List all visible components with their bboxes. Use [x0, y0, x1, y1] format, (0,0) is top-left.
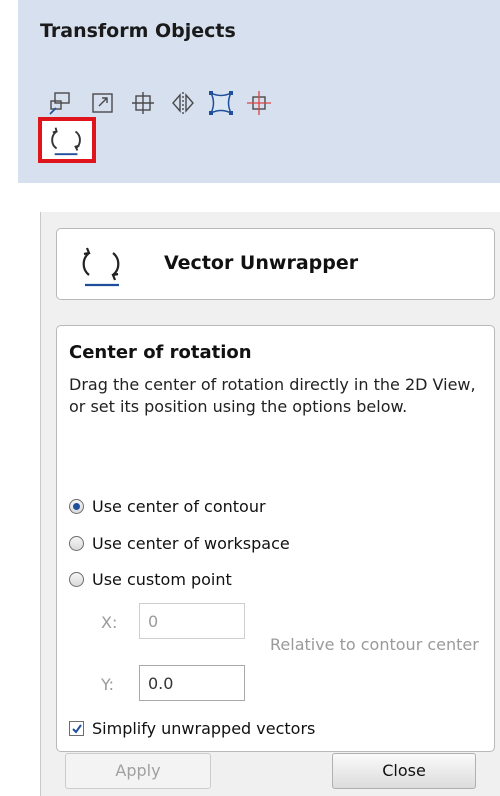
vector-unwrapper-button-selected[interactable]: [38, 117, 96, 163]
apply-button[interactable]: Apply: [65, 753, 211, 789]
dialog-title: Vector Unwrapper: [164, 252, 359, 274]
x-field[interactable]: 0: [139, 603, 245, 639]
option-label: Use center of workspace: [92, 534, 290, 553]
checkbox-label: Simplify unwrapped vectors: [92, 719, 316, 738]
dialog-header: Vector Unwrapper: [56, 228, 495, 300]
move-icon[interactable]: [46, 88, 76, 118]
relative-note: Relative to contour center: [270, 635, 479, 654]
option-use-center-of-workspace[interactable]: Use center of workspace: [69, 534, 290, 553]
radio-unselected[interactable]: [69, 572, 84, 587]
radio-selected[interactable]: [69, 499, 84, 514]
close-button[interactable]: Close: [332, 753, 476, 789]
vector-unwrapper-icon: [51, 127, 81, 156]
radio-unselected[interactable]: [69, 536, 84, 551]
toolbar-title: Transform Objects: [40, 20, 236, 42]
option-label: Use center of contour: [92, 497, 266, 516]
transform-objects-toolbar: Transform Objects: [18, 0, 500, 183]
option-label: Use custom point: [92, 570, 232, 589]
x-label: X:: [101, 613, 118, 632]
option-use-center-of-contour[interactable]: Use center of contour: [69, 497, 266, 516]
mirror-icon[interactable]: [168, 88, 198, 118]
section-title: Center of rotation: [69, 342, 252, 363]
y-label: Y:: [101, 675, 115, 694]
section-description: Drag the center of rotation directly in …: [69, 375, 476, 416]
distort-icon[interactable]: [206, 88, 236, 118]
align-icon[interactable]: [244, 88, 274, 118]
option-use-custom-point[interactable]: Use custom point: [69, 570, 232, 589]
checkbox-checked[interactable]: [69, 721, 84, 736]
scale-icon[interactable]: [88, 88, 118, 118]
y-field[interactable]: 0.0: [139, 665, 245, 701]
center-of-rotation-panel: Center of rotation Drag the center of ro…: [56, 325, 495, 752]
vector-unwrapper-dialog: Vector Unwrapper Center of rotation Drag…: [40, 212, 500, 796]
simplify-unwrapped-vectors-checkbox[interactable]: Simplify unwrapped vectors: [69, 719, 315, 738]
vector-unwrapper-icon: [82, 247, 120, 287]
rotate-icon[interactable]: [128, 88, 158, 118]
